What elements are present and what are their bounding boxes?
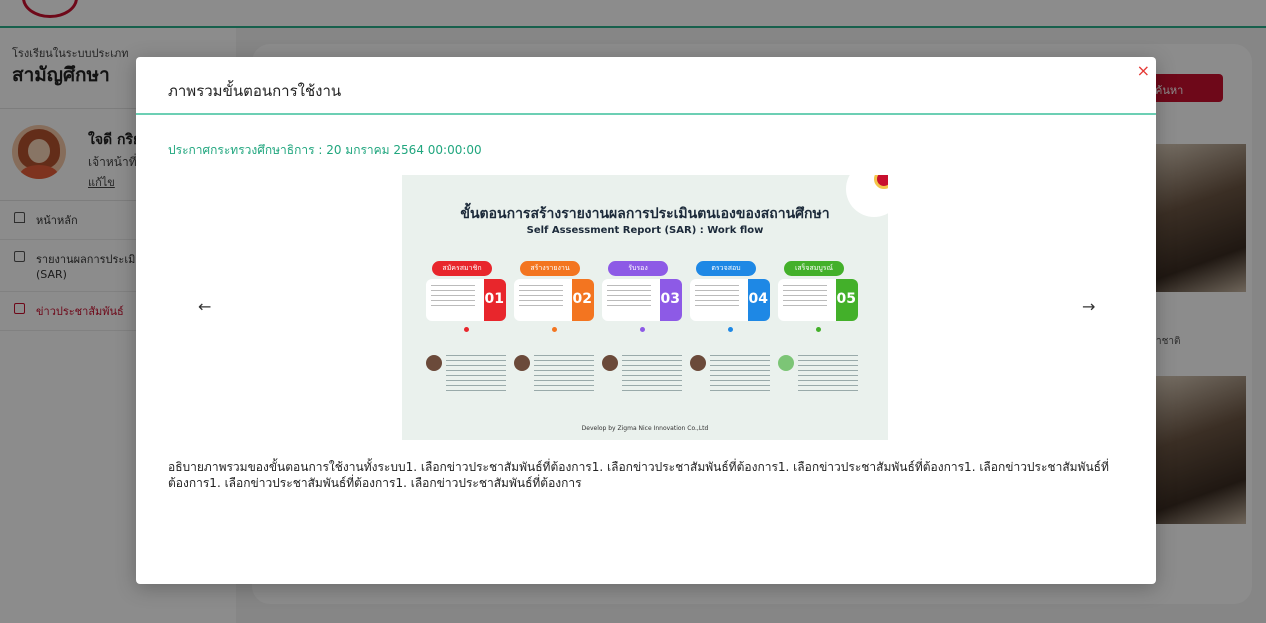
- role-item: [690, 351, 774, 407]
- workflow-steps: สมัครสมาชิก 01 สร้างรายงาน 02 รับรอง 03 …: [426, 261, 866, 332]
- infographic-footer: Develop by Zigma Nice Innovation Co.,Ltd: [581, 425, 709, 432]
- step-number: 02: [572, 291, 592, 307]
- role-item: [602, 351, 686, 407]
- person-icon: [514, 355, 530, 371]
- announcement-line: ประกาศกระทรวงศึกษาธิการ : 20 มกราคม 2564…: [168, 143, 482, 157]
- role-item: [426, 351, 510, 407]
- close-icon[interactable]: ×: [1137, 63, 1150, 79]
- workflow-step: สร้างรายงาน 02: [514, 261, 594, 332]
- step-label: รับรอง: [608, 261, 668, 276]
- step-number: 05: [836, 291, 856, 307]
- step-label: เสร็จสมบูรณ์: [784, 261, 844, 276]
- step-number: 01: [484, 291, 504, 307]
- workflow-step: สมัครสมาชิก 01: [426, 261, 506, 332]
- role-item: [778, 351, 862, 407]
- step-label: สร้างรายงาน: [520, 261, 580, 276]
- workflow-roles: [426, 351, 866, 411]
- prev-arrow-icon[interactable]: ←: [198, 297, 211, 316]
- workflow-modal: ภาพรวมขั้นตอนการใช้งาน × ประกาศกระทรวงศึ…: [136, 57, 1156, 584]
- person-icon: [602, 355, 618, 371]
- step-label: สมัครสมาชิก: [432, 261, 492, 276]
- workflow-infographic: ขั้นตอนการสร้างรายงานผลการประเมินตนเองขอ…: [402, 175, 888, 440]
- step-number: 03: [660, 291, 680, 307]
- check-icon: [778, 355, 794, 371]
- infographic-subtitle: Self Assessment Report (SAR) : Work flow: [526, 225, 764, 236]
- modal-description: อธิบายภาพรวมของขั้นตอนการใช้งานทั้งระบบ1…: [168, 460, 1109, 490]
- infographic-title: ขั้นตอนการสร้างรายงานผลการประเมินตนเองขอ…: [460, 206, 830, 222]
- modal-title: ภาพรวมขั้นตอนการใช้งาน: [168, 82, 342, 100]
- workflow-step: ตรวจสอบ 04: [690, 261, 770, 332]
- workflow-step: เสร็จสมบูรณ์ 05: [778, 261, 858, 332]
- modal-header: ภาพรวมขั้นตอนการใช้งาน ×: [136, 57, 1156, 115]
- workflow-step: รับรอง 03: [602, 261, 682, 332]
- person-icon: [690, 355, 706, 371]
- person-icon: [426, 355, 442, 371]
- role-item: [514, 351, 598, 407]
- seal-icon: [874, 175, 888, 189]
- step-label: ตรวจสอบ: [696, 261, 756, 276]
- next-arrow-icon[interactable]: →: [1082, 297, 1095, 316]
- step-number: 04: [748, 291, 768, 307]
